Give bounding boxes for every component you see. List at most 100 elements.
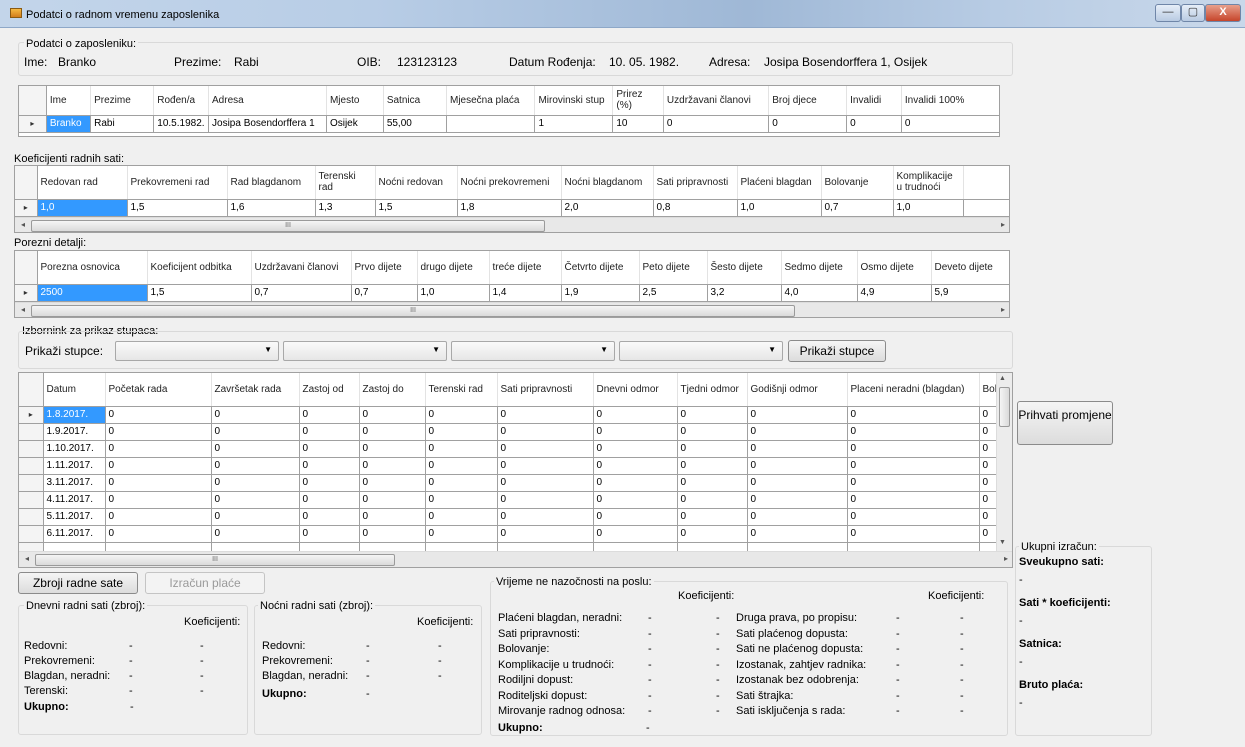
table-cell[interactable]: 0,8 — [653, 199, 738, 217]
table-cell[interactable]: 0 — [299, 525, 360, 543]
table-cell[interactable]: 0 — [425, 508, 498, 526]
table-row[interactable]: ▸ 1,0 1,5 1,6 1,3 1,5 1,8 2,0 0,8 1,0 0,7 1,0 — [15, 199, 1009, 217]
column-header[interactable]: Ime — [46, 86, 92, 116]
table-row[interactable]: ▸ Branko Rabi 10.5.1982. Josipa Bosendorffe… — [19, 115, 999, 133]
koeficijenti-grid[interactable]: Redovan rad Prekovremeni rad Rad blagdanom… — [14, 165, 1010, 233]
row-selector-icon[interactable] — [19, 508, 44, 526]
table-row[interactable]: 6.11.2017. 0 0 0 0 0 0 0 0 0 0 0 — [19, 525, 1000, 543]
column-header[interactable]: Prirez (%) — [612, 86, 664, 116]
table-cell[interactable]: 0 — [359, 508, 426, 526]
table-cell[interactable]: 0 — [497, 508, 594, 526]
column-header[interactable]: Prvo dijete — [351, 251, 418, 285]
table-cell[interactable]: 1.11.2017. — [43, 457, 106, 475]
table-cell[interactable]: 0 — [677, 491, 748, 509]
column-header[interactable]: Bolovanje — [821, 166, 894, 200]
scroll-left-icon[interactable]: ◂ — [21, 554, 33, 563]
column-header[interactable]: Invalidi 100% — [901, 86, 999, 116]
table-row[interactable]: 3.11.2017. 0 0 0 0 0 0 0 0 0 0 0 — [19, 474, 1000, 492]
table-cell[interactable]: 0 — [211, 474, 300, 492]
scroll-right-icon[interactable]: ▸ — [997, 305, 1009, 314]
column-header[interactable]: Noćni redovan — [375, 166, 458, 200]
table-cell[interactable]: 0 — [497, 406, 594, 424]
table-cell[interactable]: 0 — [497, 457, 594, 475]
column-header[interactable]: Redovan rad — [37, 166, 128, 200]
column-header[interactable]: Invalidi — [846, 86, 902, 116]
table-cell[interactable]: 0 — [677, 508, 748, 526]
column-header[interactable]: Prekovremeni rad — [127, 166, 228, 200]
table-cell[interactable]: 0 — [359, 440, 426, 458]
table-cell[interactable]: 0 — [105, 423, 212, 441]
scrollbar-thumb[interactable]: III — [31, 305, 795, 317]
row-selector-icon[interactable]: ▸ — [15, 199, 38, 217]
table-cell[interactable]: 1,9 — [561, 284, 640, 302]
table-cell[interactable]: 0 — [299, 474, 360, 492]
column-header[interactable]: Adresa — [208, 86, 327, 116]
row-selector-icon[interactable] — [19, 525, 44, 543]
column-header[interactable]: Dnevni odmor — [593, 373, 678, 407]
table-cell[interactable]: 0 — [677, 457, 748, 475]
column-header[interactable]: treće dijete — [489, 251, 562, 285]
table-cell[interactable]: 0 — [593, 406, 678, 424]
table-cell[interactable]: 0 — [299, 440, 360, 458]
table-cell[interactable]: 0 — [677, 525, 748, 543]
zbroji-radne-sate-button[interactable]: Zbroji radne sate — [18, 572, 138, 594]
table-cell[interactable]: 0 — [299, 406, 360, 424]
column-header[interactable]: Datum — [43, 373, 106, 407]
table-cell[interactable]: 1,0 — [737, 199, 822, 217]
table-cell[interactable]: 0 — [425, 406, 498, 424]
table-cell[interactable]: 0 — [677, 406, 748, 424]
row-selector-icon[interactable]: ▸ — [19, 406, 44, 424]
table-cell[interactable]: 0 — [593, 474, 678, 492]
column-select-4[interactable]: ▼ — [619, 341, 783, 361]
table-cell[interactable]: 0 — [747, 491, 848, 509]
column-header[interactable]: drugo dijete — [417, 251, 490, 285]
column-header[interactable]: Početak rada — [105, 373, 212, 407]
table-cell[interactable]: 0 — [677, 440, 748, 458]
column-header[interactable]: Mirovinski stup — [534, 86, 614, 116]
table-cell[interactable]: 0 — [747, 525, 848, 543]
column-header[interactable]: Uzdržavani članovi — [663, 86, 770, 116]
table-cell[interactable]: 1.9.2017. — [43, 423, 106, 441]
column-header[interactable]: Placeni neradni (blagdan) — [847, 373, 980, 407]
table-cell[interactable]: Branko — [46, 115, 92, 133]
table-cell[interactable]: 0 — [359, 491, 426, 509]
scrollbar-thumb[interactable]: III — [31, 220, 545, 232]
table-cell[interactable]: 0 — [105, 525, 212, 543]
table-cell[interactable]: 0 — [359, 474, 426, 492]
table-cell[interactable]: 0 — [211, 491, 300, 509]
table-cell[interactable]: 0 — [847, 491, 980, 509]
table-cell[interactable]: 2,0 — [561, 199, 654, 217]
horizontal-scrollbar[interactable]: ◂ III ▸ — [15, 217, 1009, 232]
table-cell[interactable]: 0 — [425, 457, 498, 475]
maximize-button[interactable]: ▢ — [1181, 4, 1205, 22]
column-header[interactable]: Noćni prekovremeni — [457, 166, 562, 200]
table-cell[interactable]: Rabi — [90, 115, 155, 133]
table-cell[interactable]: 0 — [901, 115, 999, 133]
table-row[interactable]: 5.11.2017. 0 0 0 0 0 0 0 0 0 0 0 — [19, 508, 1000, 526]
column-header[interactable]: Mjesto — [326, 86, 384, 116]
table-cell[interactable]: 0 — [847, 406, 980, 424]
table-cell[interactable]: 0 — [677, 423, 748, 441]
scrollbar-thumb[interactable]: III — [35, 554, 395, 566]
table-row[interactable]: ▸ 1.8.2017. 0 0 0 0 0 0 0 0 0 0 0 — [19, 406, 1000, 424]
table-cell[interactable]: 0 — [359, 406, 426, 424]
close-button[interactable]: X — [1205, 4, 1241, 22]
employee-grid[interactable]: Ime Prezime Rođen/a Adresa Mjesto Satnica Mjes… — [18, 85, 1000, 137]
table-cell[interactable]: 10.5.1982. — [153, 115, 210, 133]
table-cell[interactable]: 0 — [747, 440, 848, 458]
prikazi-stupce-button[interactable]: Prikaži stupce — [788, 340, 886, 362]
scrollbar-thumb[interactable] — [999, 387, 1010, 427]
horizontal-scrollbar[interactable]: ◂ III ▸ — [15, 302, 1009, 317]
scroll-left-icon[interactable]: ◂ — [17, 220, 29, 229]
table-cell[interactable]: 0 — [847, 525, 980, 543]
table-cell[interactable]: 1.8.2017. — [43, 406, 106, 424]
column-header[interactable]: Četvrto dijete — [561, 251, 640, 285]
table-cell[interactable]: 0 — [425, 474, 498, 492]
table-cell[interactable]: 0 — [299, 491, 360, 509]
table-cell[interactable]: 1,5 — [127, 199, 228, 217]
minimize-button[interactable]: — — [1155, 4, 1181, 22]
column-header[interactable]: Zastoj do — [359, 373, 426, 407]
column-select-3[interactable]: ▼ — [451, 341, 615, 361]
column-header[interactable]: Terenski rad — [425, 373, 498, 407]
row-selector-icon[interactable] — [19, 474, 44, 492]
